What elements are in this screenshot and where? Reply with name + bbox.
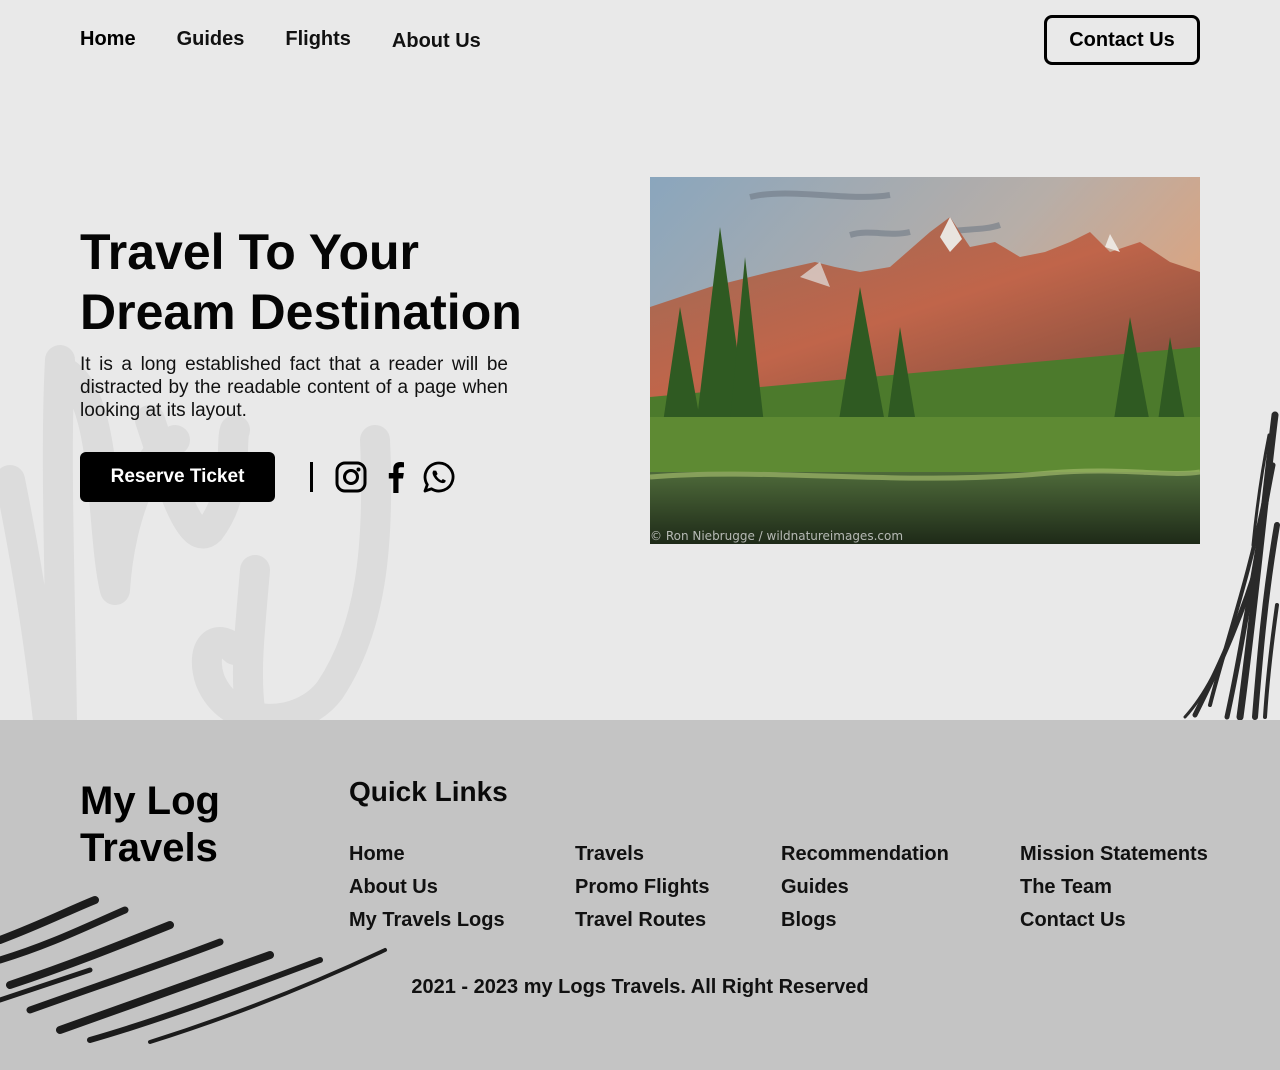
footer-link-home[interactable]: Home — [349, 838, 505, 871]
footer-link-blogs[interactable]: Blogs — [781, 904, 949, 937]
footer-link-travel-routes[interactable]: Travel Routes — [575, 904, 709, 937]
social-divider — [310, 462, 313, 492]
nav-guides[interactable]: Guides — [177, 27, 245, 53]
footer-link-my-travels-logs[interactable]: My Travels Logs — [349, 904, 505, 937]
quick-links-column: Mission Statements The Team Contact Us — [1020, 838, 1208, 937]
quick-links-column: Recommendation Guides Blogs — [781, 838, 949, 937]
footer-link-guides[interactable]: Guides — [781, 871, 949, 904]
facebook-icon[interactable] — [382, 460, 414, 494]
top-bar: Home Guides Flights About Us Contact Us — [0, 0, 1280, 80]
hero-description: It is a long established fact that a rea… — [80, 354, 508, 421]
footer-link-mission-statements[interactable]: Mission Statements — [1020, 838, 1208, 871]
nav-about-us[interactable]: About Us — [392, 29, 481, 53]
photo-credit: © Ron Niebrugge / wildnatureimages.com — [650, 529, 904, 543]
quick-links-column: Home About Us My Travels Logs — [349, 838, 505, 937]
footer-link-promo-flights[interactable]: Promo Flights — [575, 871, 709, 904]
hero-mountain-image: © Ron Niebrugge / wildnatureimages.com — [650, 177, 1200, 544]
footer: My Log Travels Quick Links Home About Us… — [0, 720, 1280, 1070]
nav-home[interactable]: Home — [80, 27, 136, 53]
quick-links-title: Quick Links — [349, 776, 508, 807]
main-nav: Home Guides Flights About Us — [80, 27, 522, 53]
footer-link-travels[interactable]: Travels — [575, 838, 709, 871]
nav-flights[interactable]: Flights — [285, 27, 351, 53]
whatsapp-icon[interactable] — [422, 460, 455, 494]
contact-us-button[interactable]: Contact Us — [1044, 15, 1200, 65]
footer-link-contact-us[interactable]: Contact Us — [1020, 904, 1208, 937]
footer-brush-decoration — [0, 896, 387, 1044]
instagram-icon[interactable] — [335, 460, 367, 494]
footer-brand: My Log Travels — [80, 779, 220, 870]
quick-links-column: Travels Promo Flights Travel Routes — [575, 838, 709, 937]
footer-link-the-team[interactable]: The Team — [1020, 871, 1208, 904]
footer-link-about-us[interactable]: About Us — [349, 871, 505, 904]
reserve-ticket-button[interactable]: Reserve Ticket — [80, 452, 275, 502]
hero-title: Travel To Your Dream Destination — [80, 224, 522, 340]
footer-link-recommendation[interactable]: Recommendation — [781, 838, 949, 871]
copyright-text: 2021 - 2023 my Logs Travels. All Right R… — [411, 976, 869, 998]
